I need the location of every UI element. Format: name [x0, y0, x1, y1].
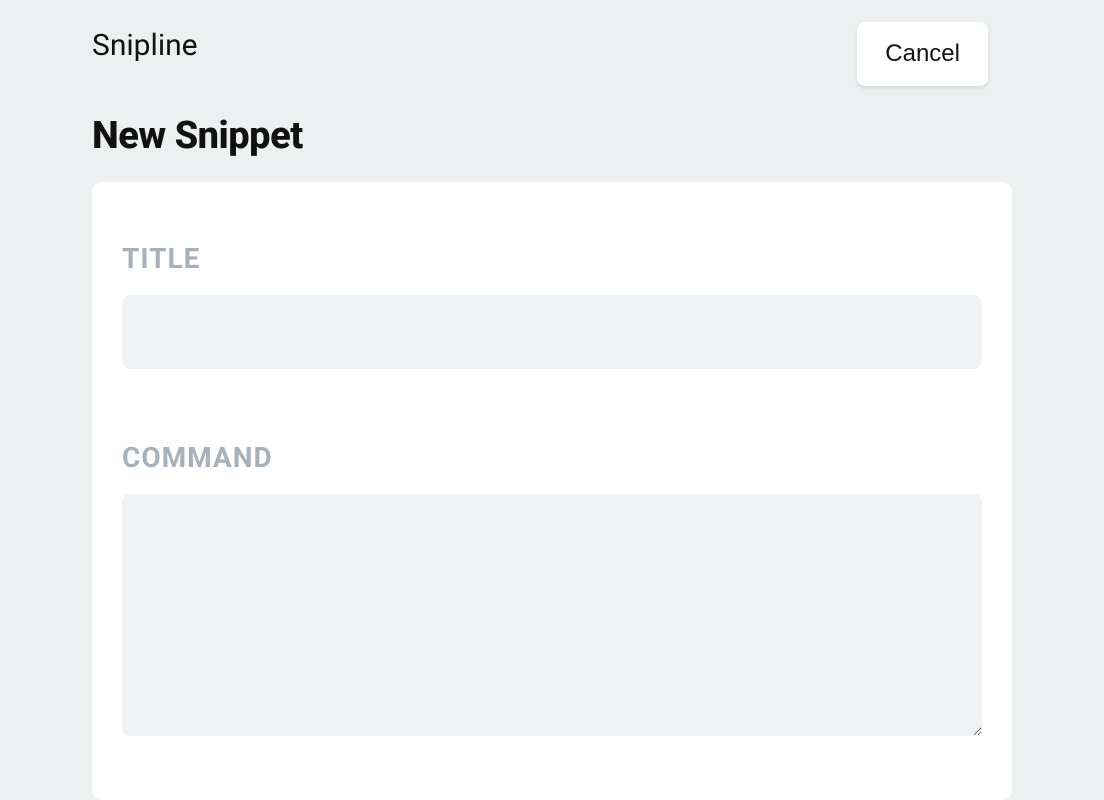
page-title: New Snippet	[92, 114, 1012, 158]
snippet-form-card: TITLE COMMAND	[92, 182, 1012, 800]
command-label: COMMAND	[122, 441, 982, 474]
title-label: TITLE	[122, 242, 982, 275]
cancel-button[interactable]: Cancel	[857, 22, 988, 86]
title-input[interactable]	[122, 295, 982, 369]
command-textarea[interactable]	[122, 494, 982, 736]
app-title: Snipline	[92, 28, 198, 63]
